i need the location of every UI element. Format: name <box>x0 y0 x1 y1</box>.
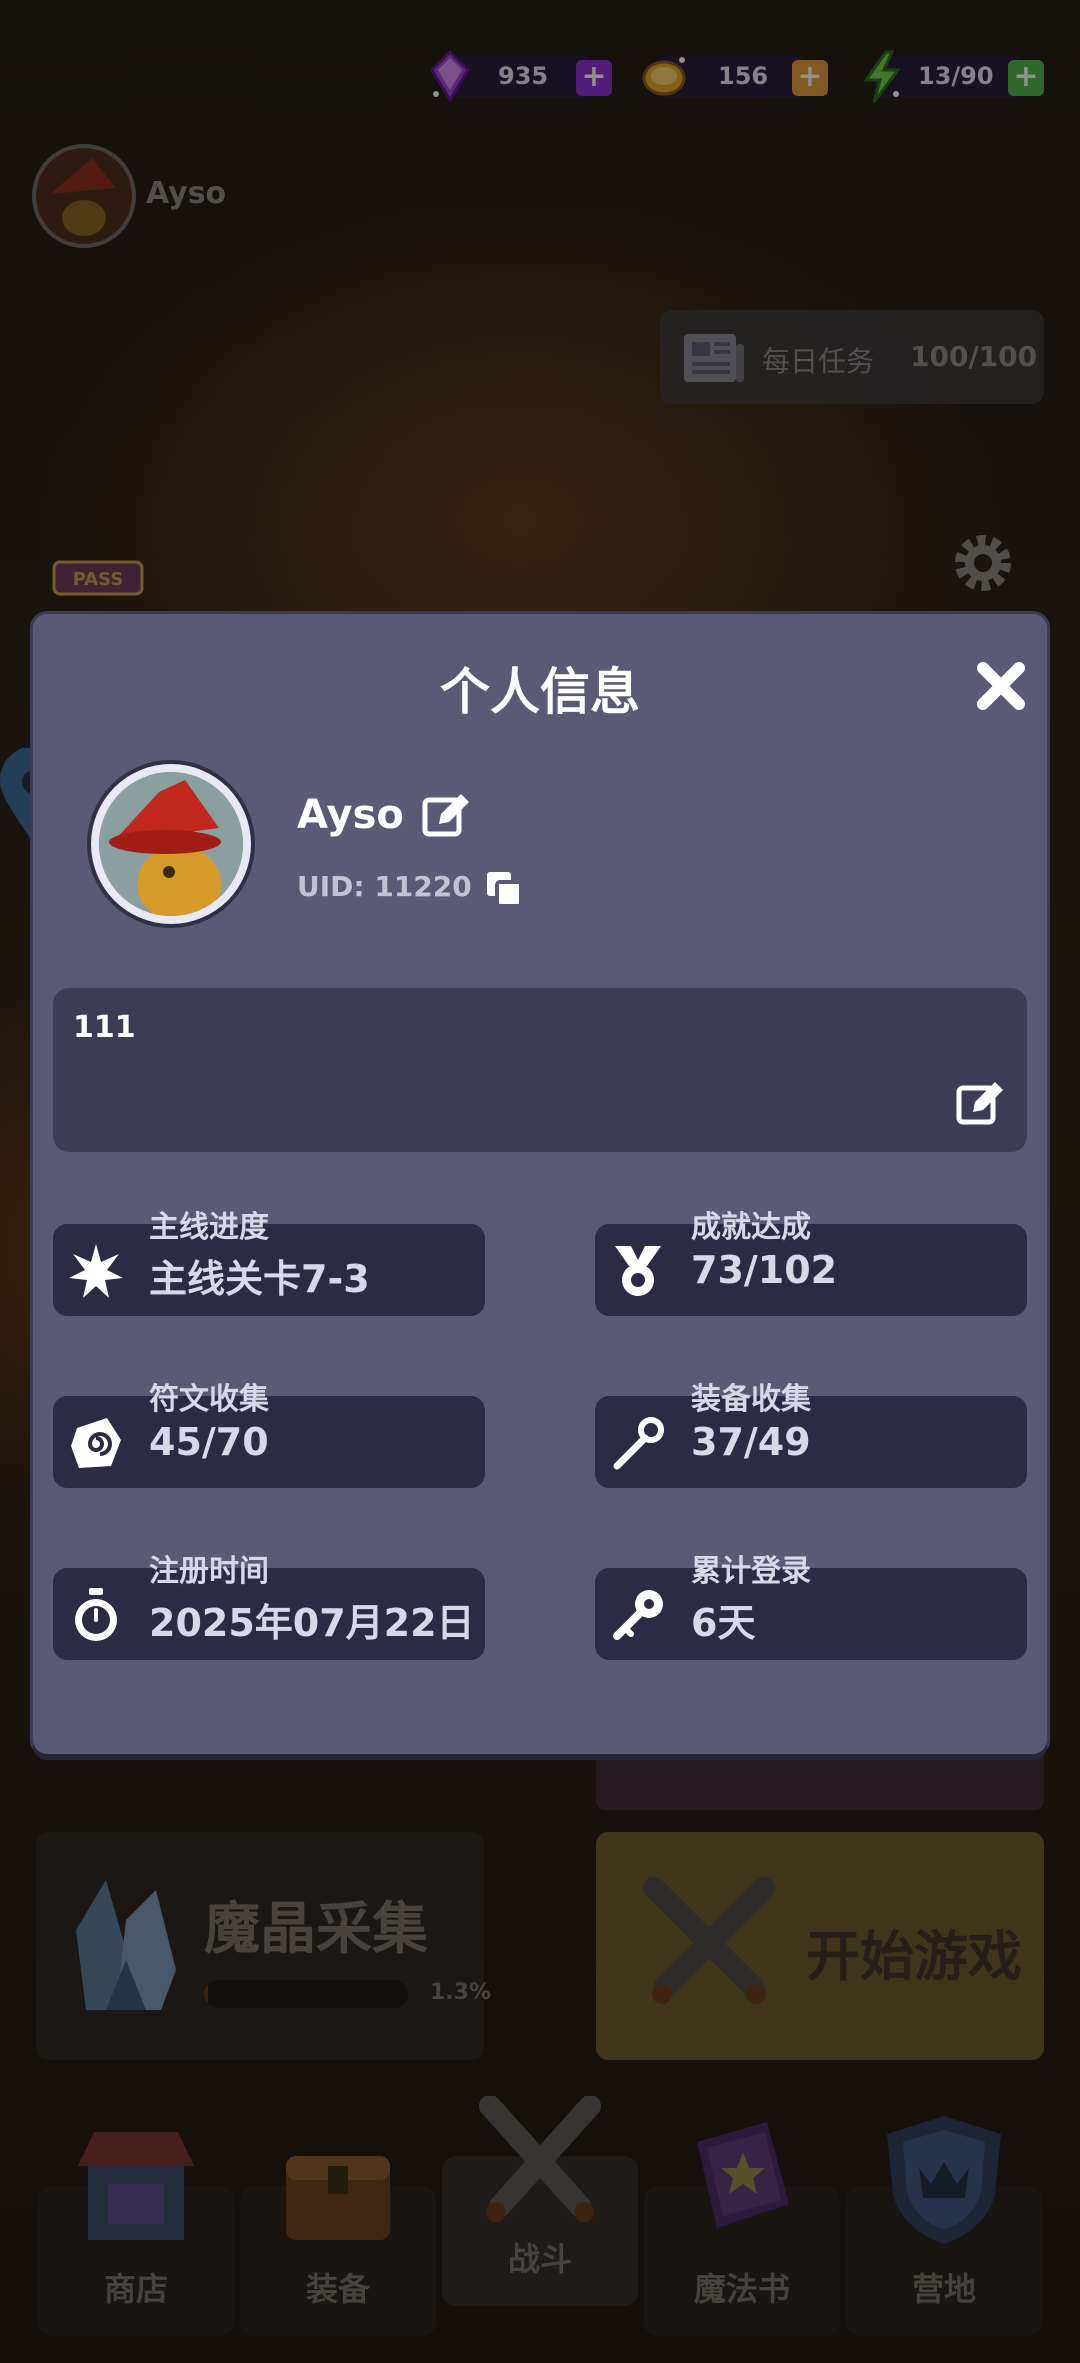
stat-equipment: 装备收集 37/49 <box>595 1382 1027 1488</box>
profile-avatar[interactable] <box>91 764 251 924</box>
stat-achievements: 成就达成 73/102 <box>595 1210 1027 1316</box>
stat-main-progress: 主线进度 主线关卡7-3 <box>53 1210 485 1316</box>
starburst-icon <box>69 1244 123 1298</box>
stat-register-date: 注册时间 2025年07月22日 <box>53 1554 485 1660</box>
stat-label: 成就达成 <box>691 1210 811 1245</box>
stat-label: 符文收集 <box>149 1382 269 1417</box>
stat-runes: 符文收集 45/70 <box>53 1382 485 1488</box>
edit-name-icon[interactable] <box>419 786 475 842</box>
stat-login-days: 累计登录 6天 <box>595 1554 1027 1660</box>
player-uid: UID: 11220 <box>297 870 472 903</box>
staff-icon <box>613 1417 664 1470</box>
stat-value: 主线关卡7-3 <box>149 1257 370 1301</box>
signature-box[interactable]: 111 <box>53 988 1027 1152</box>
stat-label: 主线进度 <box>149 1210 269 1245</box>
stat-value: 6天 <box>691 1601 756 1645</box>
key-icon <box>613 1590 663 1640</box>
stat-value: 2025年07月22日 <box>149 1601 475 1645</box>
wizard-avatar-icon <box>99 772 243 916</box>
stat-value: 45/70 <box>149 1420 269 1464</box>
stat-value: 37/49 <box>691 1420 811 1464</box>
player-name: Ayso <box>297 792 404 838</box>
rune-stone-icon <box>71 1418 121 1468</box>
signature-text: 111 <box>73 1010 136 1045</box>
medal-icon <box>615 1246 661 1296</box>
close-icon[interactable] <box>971 656 1031 716</box>
copy-icon[interactable] <box>483 868 525 910</box>
stat-label: 累计登录 <box>691 1554 811 1589</box>
stat-label: 装备收集 <box>691 1382 811 1417</box>
edit-signature-icon[interactable] <box>953 1074 1009 1130</box>
profile-info-modal: 个人信息 Ayso UID: 11220 111 主线进度 主线关卡7-3 成就… <box>33 614 1047 1754</box>
stat-value: 73/102 <box>691 1248 838 1292</box>
stat-label: 注册时间 <box>149 1554 269 1589</box>
stopwatch-icon <box>75 1588 117 1641</box>
modal-title: 个人信息 <box>440 663 640 721</box>
